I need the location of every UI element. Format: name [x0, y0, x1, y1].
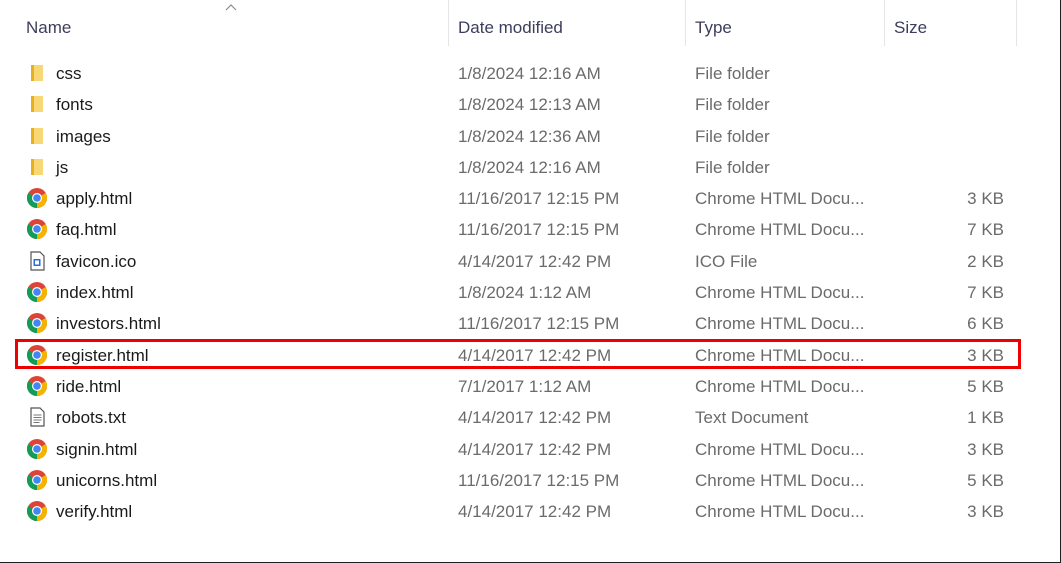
file-name: css [56, 64, 82, 83]
file-name: js [56, 157, 69, 177]
file-name: images [56, 126, 111, 146]
file-name: favicon.ico [56, 251, 137, 271]
file-date-modified: 1/8/2024 1:12 AM [458, 283, 592, 303]
file-date-modified: 11/16/2017 12:15 PM [458, 220, 620, 240]
file-name: index.html [56, 283, 134, 303]
file-type: File folder [695, 64, 770, 83]
file-name: ride.html [56, 376, 122, 396]
chrome-icon [26, 312, 48, 334]
file-row[interactable]: signin.html 4/14/2017 12:42 PM Chrome HTML… [0, 433, 1060, 464]
file-row[interactable]: investors.html 11/16/2017 12:15 PM Chrome … [0, 307, 1060, 338]
file-row[interactable]: js 1/8/2024 12:16 AM File folder [0, 151, 1060, 182]
column-divider[interactable] [448, 0, 449, 46]
folder-icon [26, 93, 48, 115]
chrome-icon [26, 281, 48, 303]
chrome-icon [26, 218, 48, 240]
file-size: 3 KB [967, 502, 1004, 522]
column-divider[interactable] [685, 0, 686, 46]
file-row[interactable]: favicon.ico 4/14/2017 12:42 PM ICO File 2 K… [0, 245, 1060, 276]
image-file-icon [26, 250, 48, 272]
file-date-modified: 1/8/2024 12:16 AM [458, 157, 601, 177]
chrome-icon [26, 375, 48, 397]
file-date-modified: 4/14/2017 12:42 PM [458, 408, 612, 428]
file-name: unicorns.html [56, 470, 158, 490]
chrome-icon [26, 500, 48, 522]
file-type: Chrome HTML Docu... [695, 283, 865, 303]
file-row[interactable]: ride.html 7/1/2017 1:12 AM Chrome HTML Doc… [0, 370, 1060, 401]
file-name: register.html [56, 345, 149, 365]
file-type: Chrome HTML Docu... [695, 502, 865, 522]
folder-icon [26, 125, 48, 147]
file-type: Text Document [695, 408, 809, 428]
file-type: Chrome HTML Docu... [695, 376, 865, 396]
file-type: Chrome HTML Docu... [695, 220, 865, 240]
column-divider[interactable] [884, 0, 885, 46]
file-name: fonts [56, 95, 93, 115]
file-size: 1 KB [967, 408, 1004, 428]
file-row[interactable]: images 1/8/2024 12:36 AM File folder [0, 120, 1060, 151]
column-divider[interactable] [1016, 0, 1017, 46]
file-row[interactable]: index.html 1/8/2024 1:12 AM Chrome HTML Do… [0, 276, 1060, 307]
file-row[interactable]: fonts 1/8/2024 12:13 AM File folder [0, 88, 1060, 119]
file-date-modified: 4/14/2017 12:42 PM [458, 439, 612, 459]
file-name: apply.html [56, 189, 133, 209]
file-name: verify.html [56, 502, 133, 522]
file-row[interactable]: verify.html 4/14/2017 12:42 PM Chrome HTML… [0, 495, 1060, 526]
text-file-icon [26, 406, 48, 428]
file-date-modified: 7/1/2017 1:12 AM [458, 376, 592, 396]
column-header-type[interactable]: Type [695, 0, 881, 54]
file-type: File folder [695, 126, 770, 146]
chrome-icon [26, 438, 48, 460]
chrome-icon [26, 344, 48, 366]
file-type: Chrome HTML Docu... [695, 439, 865, 459]
chrome-icon [26, 469, 48, 491]
file-size: 7 KB [967, 220, 1004, 240]
file-date-modified: 4/14/2017 12:42 PM [458, 502, 612, 522]
file-date-modified: 4/14/2017 12:42 PM [458, 345, 612, 365]
file-row[interactable]: register.html 4/14/2017 12:42 PM Chrome HT… [0, 339, 1060, 370]
file-size: 5 KB [967, 376, 1004, 396]
file-date-modified: 1/8/2024 12:13 AM [458, 95, 601, 115]
file-row[interactable]: faq.html 11/16/2017 12:15 PM Chrome HTML D… [0, 213, 1060, 244]
file-list: css 1/8/2024 12:16 AM File folder fonts 1/8/… [0, 57, 1060, 526]
file-type: Chrome HTML Docu... [695, 189, 865, 209]
column-header-size[interactable]: Size [894, 0, 1014, 54]
file-type: File folder [695, 95, 770, 115]
file-date-modified: 4/14/2017 12:42 PM [458, 251, 612, 271]
file-size: 3 KB [967, 345, 1004, 365]
file-type: File folder [695, 157, 770, 177]
chrome-icon [26, 187, 48, 209]
column-header-date-modified[interactable]: Date modified [458, 0, 682, 54]
file-row[interactable]: css 1/8/2024 12:16 AM File folder [0, 57, 1060, 88]
file-row[interactable]: robots.txt 4/14/2017 12:42 PM Text Documen… [0, 401, 1060, 432]
file-name: investors.html [56, 314, 161, 334]
file-type: Chrome HTML Docu... [695, 470, 865, 490]
file-size: 2 KB [967, 251, 1004, 271]
file-date-modified: 11/16/2017 12:15 PM [458, 470, 620, 490]
file-size: 7 KB [967, 283, 1004, 303]
file-size: 3 KB [967, 189, 1004, 209]
file-row[interactable]: unicorns.html 11/16/2017 12:15 PM Chrome H… [0, 464, 1060, 495]
file-date-modified: 11/16/2017 12:15 PM [458, 314, 620, 334]
file-explorer-window: Name Date modified Type Size css 1/8/2024… [0, 0, 1061, 563]
file-type: Chrome HTML Docu... [695, 314, 865, 334]
column-header-name[interactable]: Name [26, 0, 446, 54]
file-date-modified: 1/8/2024 12:16 AM [458, 64, 601, 83]
column-header-bar: Name Date modified Type Size [0, 0, 1060, 54]
file-name: signin.html [56, 439, 138, 459]
file-type: ICO File [695, 251, 758, 271]
folder-icon [26, 62, 48, 84]
file-date-modified: 1/8/2024 12:36 AM [458, 126, 601, 146]
file-name: faq.html [56, 220, 117, 240]
folder-icon [26, 156, 48, 178]
file-size: 6 KB [967, 314, 1004, 334]
file-size: 5 KB [967, 470, 1004, 490]
file-name: robots.txt [56, 408, 126, 428]
file-type: Chrome HTML Docu... [695, 345, 865, 365]
file-row[interactable]: apply.html 11/16/2017 12:15 PM Chrome HTML… [0, 182, 1060, 213]
file-size: 3 KB [967, 439, 1004, 459]
file-date-modified: 11/16/2017 12:15 PM [458, 189, 620, 209]
